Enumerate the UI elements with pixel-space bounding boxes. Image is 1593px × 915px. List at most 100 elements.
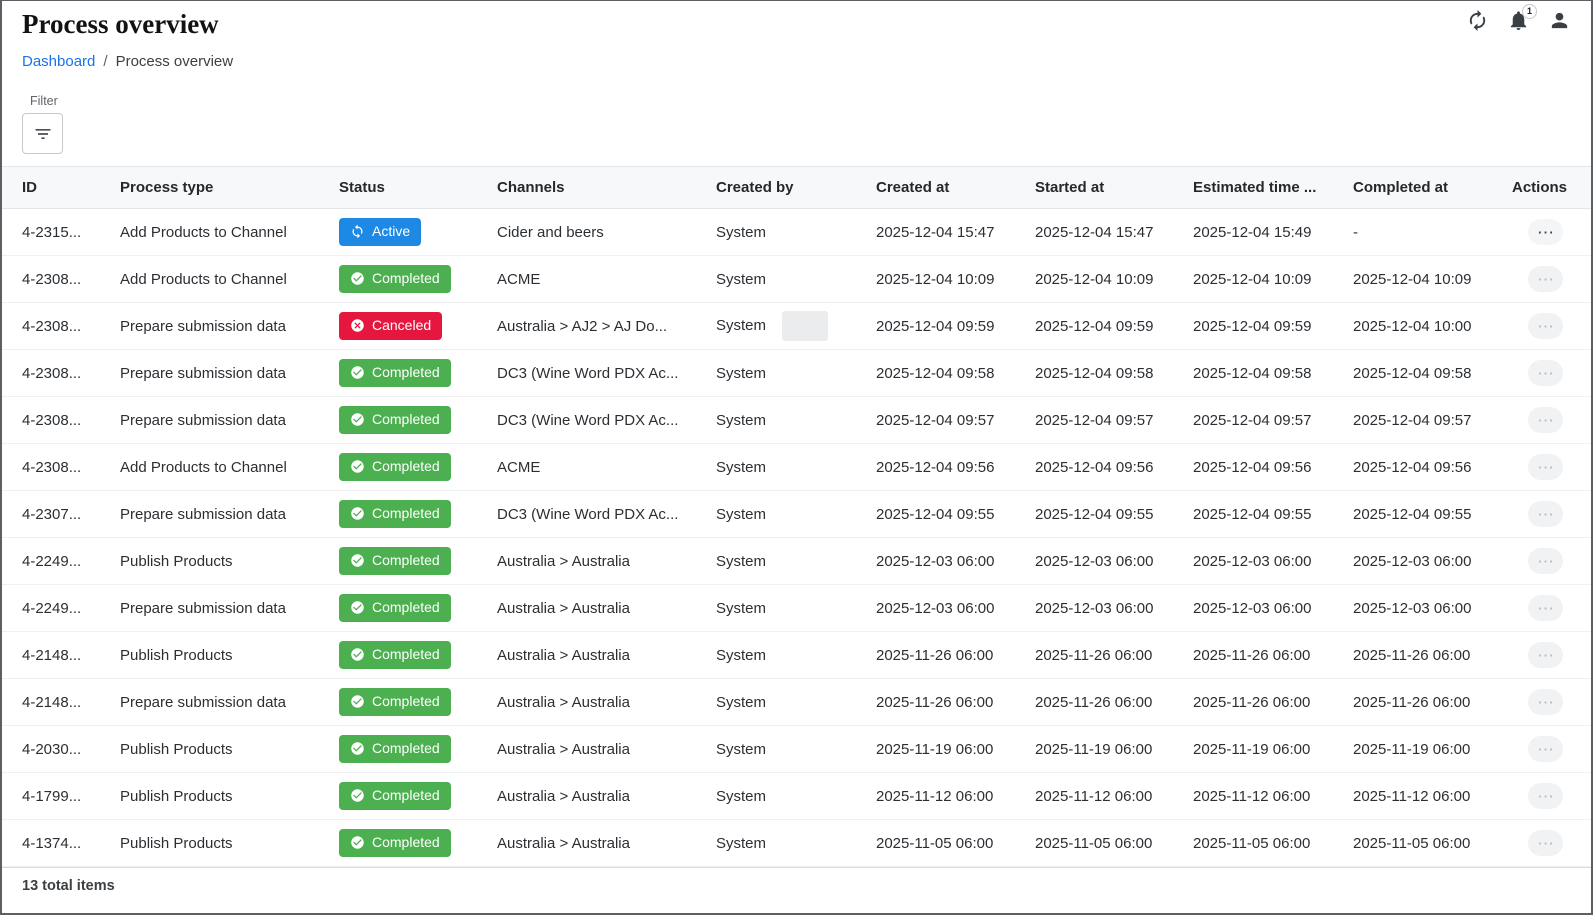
cell-created-at: 2025-11-05 06:00 — [876, 820, 1035, 867]
table-row: 4-2249... Prepare submission data Comple… — [2, 585, 1591, 632]
cell-estimated-time: 2025-12-03 06:00 — [1193, 585, 1353, 632]
column-header-completed-at: Completed at — [1353, 167, 1505, 209]
status-label: Completed — [372, 694, 440, 709]
status-label: Completed — [372, 412, 440, 427]
row-actions-button[interactable]: ⋯ — [1528, 689, 1563, 715]
process-id: 4-2315... — [22, 224, 81, 241]
status-label: Completed — [372, 271, 440, 286]
cell-created-at: 2025-11-19 06:00 — [876, 726, 1035, 773]
cell-status: Completed — [339, 632, 497, 679]
ellipsis-icon: ⋯ — [1537, 741, 1554, 758]
process-id: 4-2308... — [22, 365, 81, 382]
cell-started-at: 2025-12-04 10:09 — [1035, 256, 1193, 303]
check-circle-icon — [350, 694, 365, 709]
cell-created-at: 2025-12-04 10:09 — [876, 256, 1035, 303]
row-actions-button[interactable]: ⋯ — [1528, 548, 1563, 574]
user-icon[interactable] — [1548, 9, 1571, 32]
cell-created-at: 2025-12-04 09:57 — [876, 397, 1035, 444]
check-circle-icon — [350, 600, 365, 615]
cell-channels: Australia > Australia — [497, 632, 716, 679]
row-actions-button[interactable]: ⋯ — [1528, 736, 1563, 762]
process-id: 4-2308... — [22, 271, 81, 288]
created-at-value: 2025-12-04 09:56 — [876, 459, 994, 476]
started-at-value: 2025-12-04 09:57 — [1035, 412, 1153, 429]
row-actions-button[interactable]: ⋯ — [1528, 407, 1563, 433]
process-type: Publish Products — [120, 553, 233, 570]
row-actions-button[interactable]: ⋯ — [1528, 642, 1563, 668]
cell-estimated-time: 2025-12-03 06:00 — [1193, 538, 1353, 585]
completed-at-value: 2025-12-03 06:00 — [1353, 553, 1471, 570]
started-at-value: 2025-11-26 06:00 — [1035, 694, 1152, 711]
cell-process-type: Publish Products — [120, 632, 339, 679]
cell-actions: ⋯ — [1505, 820, 1591, 867]
row-actions-button[interactable]: ⋯ — [1528, 454, 1563, 480]
cell-process-type: Publish Products — [120, 820, 339, 867]
row-actions-button[interactable]: ⋯ — [1528, 595, 1563, 621]
created-by-value: System — [716, 506, 766, 523]
status-badge: Completed — [339, 406, 451, 433]
estimated-time-value: 2025-11-26 06:00 — [1193, 694, 1310, 711]
estimated-time-value: 2025-11-05 06:00 — [1193, 835, 1310, 852]
table-row: 4-2307... Prepare submission data Comple… — [2, 491, 1591, 538]
cell-actions: ⋯ — [1505, 538, 1591, 585]
cell-completed-at: 2025-11-19 06:00 — [1353, 726, 1505, 773]
completed-at-value: 2025-11-26 06:00 — [1353, 694, 1470, 711]
cell-created-at: 2025-11-12 06:00 — [876, 773, 1035, 820]
estimated-time-value: 2025-11-12 06:00 — [1193, 788, 1310, 805]
cell-estimated-time: 2025-12-04 09:58 — [1193, 350, 1353, 397]
created-at-value: 2025-11-19 06:00 — [876, 741, 993, 758]
filter-button[interactable] — [22, 113, 63, 154]
column-header-channels: Channels — [497, 167, 716, 209]
check-circle-icon — [350, 835, 365, 850]
completed-at-value: 2025-11-12 06:00 — [1353, 788, 1470, 805]
process-type: Add Products to Channel — [120, 459, 287, 476]
process-sync-icon[interactable] — [1466, 9, 1489, 32]
created-by-value: System — [716, 317, 766, 334]
channels-value: ACME — [497, 459, 540, 476]
status-badge: Active — [339, 218, 421, 245]
completed-at-value: 2025-12-04 09:57 — [1353, 412, 1471, 429]
status-badge: Completed — [339, 735, 451, 762]
estimated-time-value: 2025-12-03 06:00 — [1193, 600, 1311, 617]
started-at-value: 2025-12-04 09:56 — [1035, 459, 1153, 476]
cell-created-by: System — [716, 538, 876, 585]
filter-block: Filter — [22, 94, 1591, 154]
cell-created-at: 2025-12-04 09:59 — [876, 303, 1035, 350]
row-actions-button[interactable]: ⋯ — [1528, 313, 1563, 339]
cell-started-at: 2025-12-03 06:00 — [1035, 585, 1193, 632]
row-actions-button[interactable]: ⋯ — [1528, 501, 1563, 527]
table-row: 4-2308... Add Products to Channel Comple… — [2, 256, 1591, 303]
breadcrumb-link-dashboard[interactable]: Dashboard — [22, 53, 95, 70]
status-badge: Completed — [339, 594, 451, 621]
row-actions-button[interactable]: ⋯ — [1528, 360, 1563, 386]
row-actions-button[interactable]: ⋯ — [1528, 219, 1563, 245]
cell-status: Completed — [339, 820, 497, 867]
cell-estimated-time: 2025-11-12 06:00 — [1193, 773, 1353, 820]
row-actions-button[interactable]: ⋯ — [1528, 830, 1563, 856]
created-by-value: System — [716, 459, 766, 476]
bell-icon[interactable]: 1 — [1507, 9, 1530, 32]
table-row: 4-1374... Publish Products Completed Aus… — [2, 820, 1591, 867]
table-row: 4-2148... Publish Products Completed Aus… — [2, 632, 1591, 679]
cell-id: 4-2030... — [2, 726, 120, 773]
table-body: 4-2315... Add Products to Channel Active… — [2, 209, 1591, 867]
row-actions-button[interactable]: ⋯ — [1528, 266, 1563, 292]
process-table: ID Process type Status Channels Created … — [2, 166, 1591, 867]
cell-channels: Australia > Australia — [497, 726, 716, 773]
channels-value: Australia > Australia — [497, 647, 630, 664]
completed-at-value: - — [1353, 224, 1358, 241]
cell-created-at: 2025-12-03 06:00 — [876, 585, 1035, 632]
status-label: Completed — [372, 506, 440, 521]
created-at-value: 2025-11-26 06:00 — [876, 694, 993, 711]
created-at-value: 2025-12-04 15:47 — [876, 224, 994, 241]
started-at-value: 2025-12-04 09:59 — [1035, 318, 1153, 335]
cell-actions: ⋯ — [1505, 491, 1591, 538]
cell-started-at: 2025-12-03 06:00 — [1035, 538, 1193, 585]
cell-status: Canceled — [339, 303, 497, 350]
row-actions-button[interactable]: ⋯ — [1528, 783, 1563, 809]
cell-status: Completed — [339, 444, 497, 491]
process-id: 4-2307... — [22, 506, 81, 523]
channels-value: Australia > Australia — [497, 694, 630, 711]
channels-value: Australia > Australia — [497, 553, 630, 570]
cell-channels: DC3 (Wine Word PDX Ac... — [497, 350, 716, 397]
